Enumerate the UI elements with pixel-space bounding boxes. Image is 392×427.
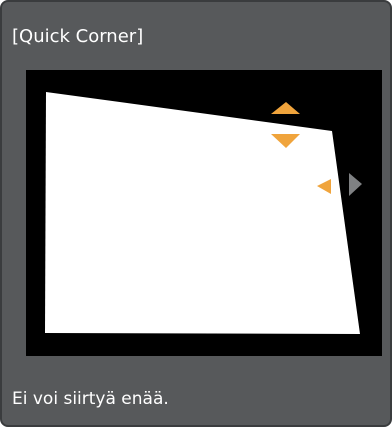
- status-message: Ei voi siirtyä enää.: [12, 389, 169, 409]
- projection-preview-graphic: [45, 92, 362, 334]
- quick-corner-panel: [Quick Corner] Ei voi siirtyä enää.: [0, 0, 392, 427]
- projected-image-shape: [45, 92, 360, 334]
- arrow-right-icon[interactable]: [349, 173, 362, 196]
- panel-title: [Quick Corner]: [12, 26, 144, 47]
- projection-preview: [26, 70, 382, 356]
- arrow-up-icon[interactable]: [271, 102, 300, 114]
